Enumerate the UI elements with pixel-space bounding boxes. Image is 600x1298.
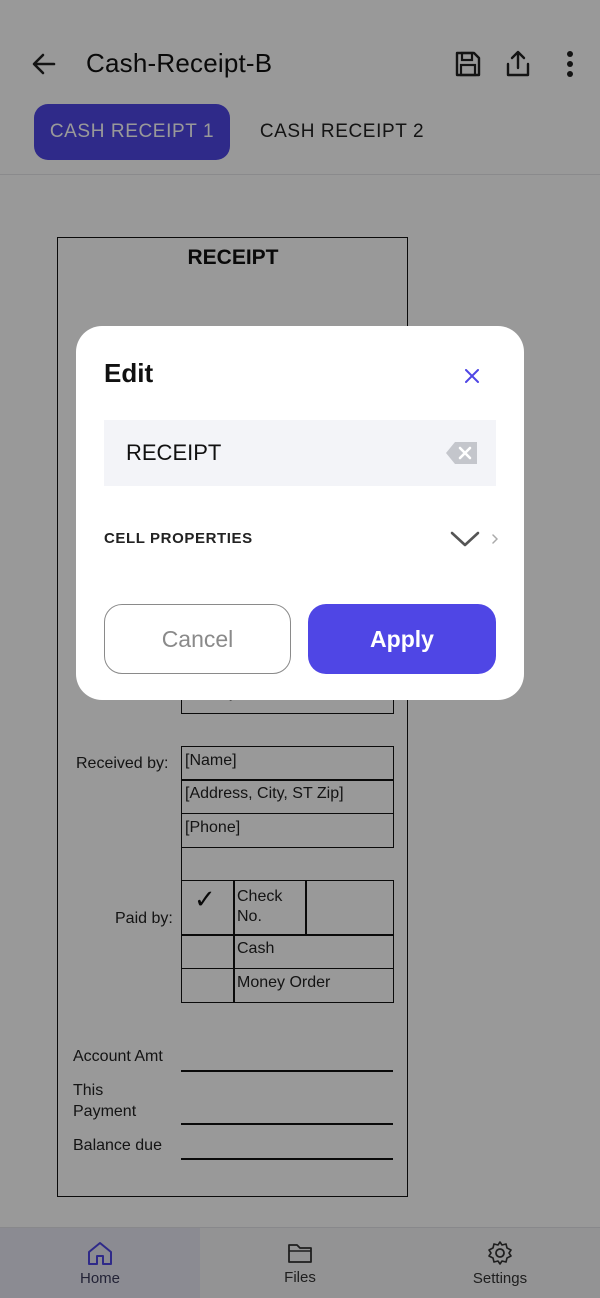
close-icon bbox=[465, 369, 479, 383]
edit-text-input[interactable] bbox=[126, 436, 426, 470]
cell-properties-label: CELL PROPERTIES bbox=[104, 530, 253, 547]
dialog-title: Edit bbox=[104, 358, 154, 388]
chevron-down-icon bbox=[448, 524, 482, 554]
app-root: Cash-Receipt-B CASH RECEIPT 1 CASH RECEI… bbox=[0, 0, 600, 1298]
clear-text-button[interactable] bbox=[444, 438, 480, 468]
apply-button[interactable]: Apply bbox=[308, 604, 496, 674]
cancel-button[interactable]: Cancel bbox=[104, 604, 291, 674]
close-button[interactable] bbox=[454, 358, 490, 394]
edit-dialog: Edit CELL PROPERTIES bbox=[76, 326, 524, 700]
backspace-clear-icon bbox=[446, 442, 477, 464]
chevron-right-icon bbox=[490, 524, 500, 554]
edit-text-container bbox=[104, 420, 496, 486]
cell-properties-toggle[interactable]: CELL PROPERTIES bbox=[104, 522, 498, 556]
